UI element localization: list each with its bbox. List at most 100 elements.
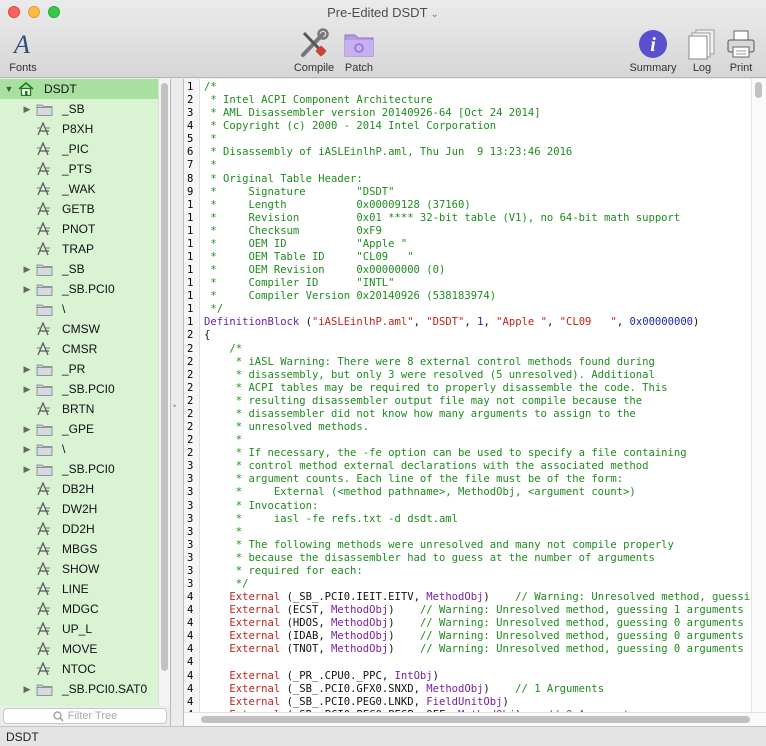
tree-item-label: _GPE: [62, 422, 95, 436]
code-comment: // Warning: Unresolved method, guessing …: [419, 617, 744, 630]
code-line: * required for each:: [204, 565, 750, 578]
code-comment: * disassembly, but only 3 were resolved …: [204, 368, 655, 381]
method-icon: [36, 502, 52, 516]
fonts-icon: A: [4, 28, 42, 60]
code-text-token: (_SB_.PCI0.PEG0.LNKD,: [280, 695, 427, 708]
tree-item[interactable]: ▶ \: [0, 439, 158, 459]
code-string: "Apple ": [496, 316, 547, 329]
tree-item[interactable]: MBGS: [0, 539, 158, 559]
editor-vertical-scroll-thumb[interactable]: [755, 82, 762, 98]
code-line: * OEM Table ID "CL09 ": [204, 251, 750, 264]
code-line: * OEM ID "Apple ": [204, 238, 750, 251]
code-comment: * unresolved methods.: [204, 421, 370, 434]
line-number: 1: [187, 237, 194, 250]
tree-item[interactable]: _PIC: [0, 139, 158, 159]
line-number: 2: [187, 342, 194, 355]
tree-item[interactable]: DB2H: [0, 479, 158, 499]
method-icon: [36, 402, 52, 416]
code-text-token: (HDOS,: [280, 617, 332, 630]
tree-item[interactable]: MOVE: [0, 639, 158, 659]
tree-item[interactable]: _WAK: [0, 179, 158, 199]
code-text-token: ): [502, 695, 509, 708]
info-icon: i: [625, 28, 681, 60]
tree-item[interactable]: DW2H: [0, 499, 158, 519]
tree-item[interactable]: ▶ _SB: [0, 99, 158, 119]
tree-item[interactable]: UP_L: [0, 619, 158, 639]
code-line: * AML Disassembler version 20140926-64 […: [204, 107, 750, 120]
disclosure-collapsed-icon[interactable]: ▶: [22, 284, 32, 295]
tree-item[interactable]: ▶ _SB: [0, 259, 158, 279]
code-editor[interactable]: 1234567891111111111222222222233333333334…: [183, 79, 766, 726]
disclosure-collapsed-icon[interactable]: ▶: [22, 684, 32, 695]
tree-item-label: MOVE: [62, 642, 98, 656]
method-icon: [36, 582, 52, 596]
disclosure-expanded-icon[interactable]: ▼: [4, 84, 14, 94]
method-icon: [36, 522, 52, 536]
disclosure-collapsed-icon[interactable]: ▶: [22, 444, 32, 455]
folder-icon: [36, 103, 53, 116]
code-line: /*: [204, 81, 750, 94]
tree-item[interactable]: TRAP: [0, 239, 158, 259]
tree-item[interactable]: ▶ _SB.PCI0.SAT0: [0, 679, 158, 699]
disclosure-collapsed-icon[interactable]: ▶: [22, 464, 32, 475]
sidebar-scroll-thumb[interactable]: [161, 83, 168, 671]
line-number: 4: [187, 120, 194, 133]
tree-item[interactable]: ▶ _SB.PCI0: [0, 379, 158, 399]
code-comment: * The following methods were unresolved …: [204, 538, 674, 551]
tree-item[interactable]: SHOW: [0, 559, 158, 579]
line-number: 4: [187, 669, 194, 682]
tree-item[interactable]: ▶ _PR: [0, 359, 158, 379]
code-text[interactable]: /* * Intel ACPI Component Architecture *…: [204, 81, 750, 712]
tree-item[interactable]: \: [0, 299, 158, 319]
code-line: * External (<method pathname>, MethodObj…: [204, 486, 750, 499]
tree-item-label: NTOC: [62, 662, 96, 676]
filter-tree-input[interactable]: Filter Tree: [3, 708, 167, 724]
disclosure-collapsed-icon[interactable]: ▶: [22, 104, 32, 115]
tree-item[interactable]: P8XH: [0, 119, 158, 139]
tree-item[interactable]: BRTN: [0, 399, 158, 419]
log-button[interactable]: Log: [685, 28, 719, 74]
code-type: MethodObj: [331, 643, 389, 656]
code-text-token: (IDAB,: [280, 630, 332, 643]
code-string: External: [229, 643, 281, 656]
tree-item[interactable]: DD2H: [0, 519, 158, 539]
svg-text:A: A: [12, 30, 30, 58]
tree-item[interactable]: CMSW: [0, 319, 158, 339]
disclosure-collapsed-icon[interactable]: ▶: [22, 424, 32, 435]
tree-item[interactable]: ▶ _SB.PCI0: [0, 459, 158, 479]
tree-item-label: DD2H: [62, 522, 95, 536]
folder-icon: [36, 303, 53, 316]
print-button[interactable]: Print: [724, 28, 758, 74]
code-comment: *: [204, 525, 243, 538]
editor-horizontal-scroll-thumb[interactable]: [201, 716, 750, 723]
window-title[interactable]: Pre-Edited DSDT ⌄: [0, 5, 766, 20]
tree-item-label: DB2H: [62, 482, 95, 496]
code-viewport[interactable]: 1234567891111111111222222222233333333334…: [184, 79, 750, 712]
summary-button[interactable]: i Summary: [625, 28, 681, 74]
tree-item[interactable]: _PTS: [0, 159, 158, 179]
code-line: * Checksum 0xF9: [204, 225, 750, 238]
folder-icon: [36, 443, 53, 456]
fonts-button[interactable]: A Fonts: [4, 28, 42, 74]
compile-button[interactable]: Compile: [290, 28, 338, 74]
disclosure-collapsed-icon[interactable]: ▶: [22, 264, 32, 275]
tree-item[interactable]: MDGC: [0, 599, 158, 619]
editor-vertical-scrollbar[interactable]: [751, 79, 766, 712]
code-line: External (TNOT, MethodObj) // Warning: U…: [204, 643, 750, 656]
tree-item[interactable]: LINE: [0, 579, 158, 599]
tree-item[interactable]: ▶ _SB.PCI0: [0, 279, 158, 299]
disclosure-collapsed-icon[interactable]: ▶: [22, 384, 32, 395]
tree-item[interactable]: GETB: [0, 199, 158, 219]
code-comment: * Checksum 0xF9: [204, 224, 382, 237]
code-comment: /*: [204, 81, 217, 93]
tree-item[interactable]: CMSR: [0, 339, 158, 359]
disclosure-collapsed-icon[interactable]: ▶: [22, 364, 32, 375]
filter-bar: Filter Tree: [0, 706, 171, 726]
patch-button[interactable]: Patch: [340, 28, 378, 74]
tree-item[interactable]: ▶ _GPE: [0, 419, 158, 439]
tree-item[interactable]: PNOT: [0, 219, 158, 239]
tree-item[interactable]: ▼ DSDT: [0, 79, 158, 99]
code-line: * Compiler ID "INTL": [204, 277, 750, 290]
code-line: External (IDAB, MethodObj) // Warning: U…: [204, 630, 750, 643]
tree-item[interactable]: NTOC: [0, 659, 158, 679]
